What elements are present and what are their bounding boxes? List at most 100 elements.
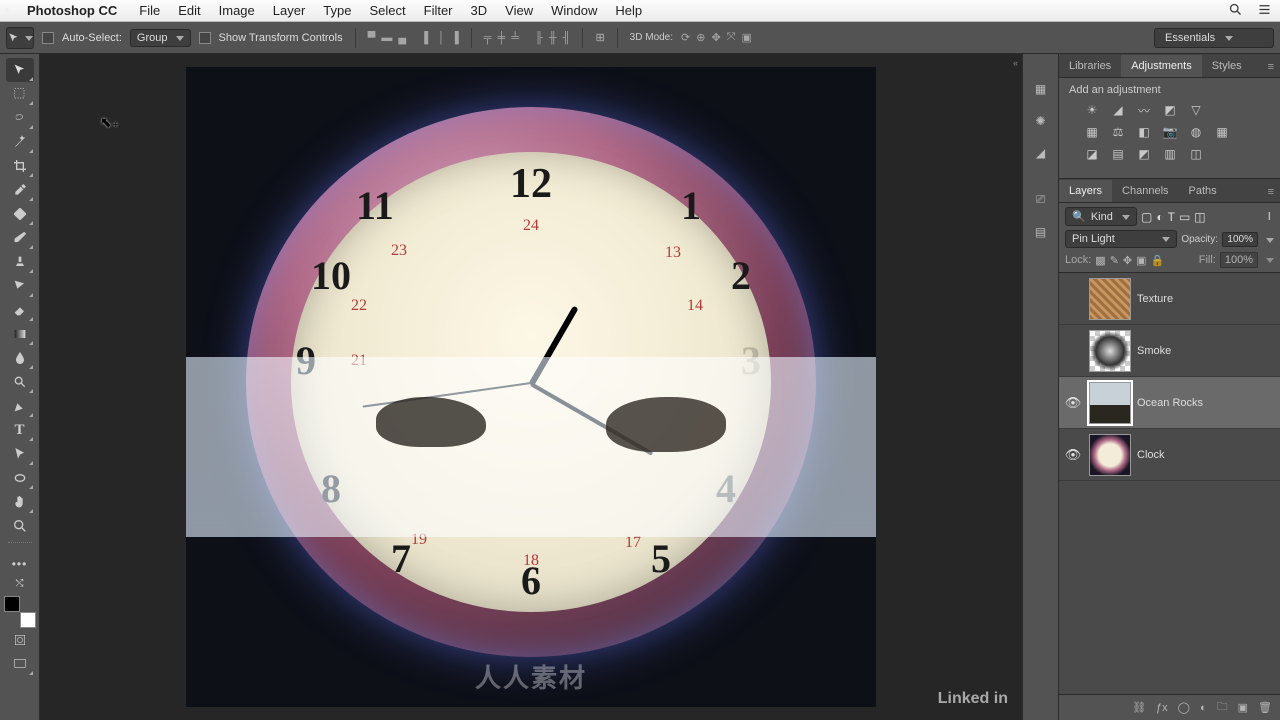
type-tool[interactable]: T xyxy=(6,418,34,442)
document-canvas[interactable]: 12 1 2 3 4 5 6 7 8 9 10 11 13 14 17 18 1… xyxy=(186,67,876,707)
adj-bw-icon[interactable]: ◧ xyxy=(1135,124,1153,140)
healing-tool[interactable] xyxy=(6,202,34,226)
menu-layer[interactable]: Layer xyxy=(264,3,315,18)
distribute-icons[interactable]: ╤╪╧╟╫╢ xyxy=(484,32,571,44)
filter-adjust-icon[interactable]: ◐ xyxy=(1156,210,1163,224)
eraser-tool[interactable] xyxy=(6,298,34,322)
panel-menu-icon[interactable]: ≡ xyxy=(1262,57,1280,77)
filter-smart-icon[interactable]: ◫ xyxy=(1194,210,1205,224)
layer-row[interactable]: Texture xyxy=(1059,273,1280,325)
marquee-tool[interactable] xyxy=(6,82,34,106)
adj-lut-icon[interactable]: ▦ xyxy=(1213,124,1231,140)
menu-image[interactable]: Image xyxy=(210,3,264,18)
blur-tool[interactable] xyxy=(6,346,34,370)
auto-align-icon[interactable]: ⊞ xyxy=(595,31,604,44)
hand-tool[interactable] xyxy=(6,490,34,514)
lock-pixels-icon[interactable]: ✎ xyxy=(1110,254,1119,267)
adj-hue-icon[interactable]: ▦ xyxy=(1083,124,1101,140)
swap-colors-icon[interactable]: ⤭ xyxy=(6,576,34,590)
layer-row[interactable]: 👁 Ocean Rocks xyxy=(1059,377,1280,429)
filter-toggle[interactable]: ⏽ xyxy=(1265,209,1275,224)
visibility-toggle[interactable]: 👁 xyxy=(1063,447,1083,463)
active-tool-icon[interactable] xyxy=(6,27,34,49)
blend-mode-select[interactable]: Pin Light xyxy=(1065,230,1177,248)
workspace-switcher[interactable]: Essentials xyxy=(1154,28,1274,48)
zoom-tool[interactable] xyxy=(6,514,34,538)
tab-layers[interactable]: Layers xyxy=(1059,180,1112,202)
link-layers-icon[interactable]: ⛓ xyxy=(1132,701,1146,714)
clone-stamp-tool[interactable] xyxy=(6,250,34,274)
pen-tool[interactable] xyxy=(6,394,34,418)
histogram-panel-icon[interactable]: ◢ xyxy=(1036,146,1045,160)
menu-file[interactable]: File xyxy=(130,3,169,18)
shape-tool[interactable] xyxy=(6,466,34,490)
visibility-toggle[interactable]: 👁 xyxy=(1063,395,1083,411)
tab-channels[interactable]: Channels xyxy=(1112,180,1178,202)
new-fill-icon[interactable]: ◐ xyxy=(1200,702,1207,714)
show-transform-checkbox[interactable] xyxy=(199,32,211,44)
adj-vibrance-icon[interactable]: ▽ xyxy=(1187,102,1205,118)
align-icons[interactable]: ▀▬▄ ▌│▐ xyxy=(368,32,459,44)
canvas-area[interactable]: « 12 1 2 3 4 5 6 7 8 9 10 11 13 14 17 18… xyxy=(40,54,1022,720)
menu-view[interactable]: View xyxy=(496,3,542,18)
brush-tool[interactable] xyxy=(6,226,34,250)
tab-paths[interactable]: Paths xyxy=(1179,180,1227,202)
menu-help[interactable]: Help xyxy=(606,3,651,18)
adj-balance-icon[interactable]: ⚖ xyxy=(1109,124,1127,140)
lasso-tool[interactable] xyxy=(6,106,34,130)
layer-name[interactable]: Texture xyxy=(1137,293,1173,305)
character-panel-icon[interactable]: ⎚ xyxy=(1036,192,1046,207)
crop-tool[interactable] xyxy=(6,154,34,178)
app-name[interactable]: Photoshop CC xyxy=(18,3,126,18)
auto-select-mode[interactable]: Group xyxy=(130,29,191,47)
tab-adjustments[interactable]: Adjustments xyxy=(1121,55,1202,77)
properties-panel-icon[interactable]: ✺ xyxy=(1035,114,1045,128)
opacity-value[interactable]: 100% xyxy=(1222,232,1258,247)
fill-value[interactable]: 100% xyxy=(1220,252,1258,268)
filter-pixel-icon[interactable]: ▢ xyxy=(1141,210,1152,224)
dodge-tool[interactable] xyxy=(6,370,34,394)
menu-edit[interactable]: Edit xyxy=(169,3,209,18)
adj-threshold-icon[interactable]: ◩ xyxy=(1135,146,1153,162)
menu-filter[interactable]: Filter xyxy=(415,3,462,18)
filter-type-icon[interactable]: T xyxy=(1168,210,1175,224)
layer-fx-icon[interactable]: ƒx xyxy=(1156,702,1168,714)
adj-gradmap-icon[interactable]: ▥ xyxy=(1161,146,1179,162)
layer-row[interactable]: Smoke xyxy=(1059,325,1280,377)
gradient-tool[interactable] xyxy=(6,322,34,346)
lock-all-icon[interactable]: 🔒 xyxy=(1151,254,1165,267)
adj-posterize-icon[interactable]: ▤ xyxy=(1109,146,1127,162)
layers-menu-icon[interactable]: ≡ xyxy=(1262,182,1280,202)
paragraph-panel-icon[interactable]: ▤ xyxy=(1035,225,1046,239)
layer-thumb[interactable] xyxy=(1089,278,1131,320)
menu-type[interactable]: Type xyxy=(314,3,360,18)
menu-window[interactable]: Window xyxy=(542,3,606,18)
path-select-tool[interactable] xyxy=(6,442,34,466)
tab-libraries[interactable]: Libraries xyxy=(1059,55,1121,77)
history-brush-tool[interactable] xyxy=(6,274,34,298)
new-layer-icon[interactable]: ▣ xyxy=(1238,701,1248,714)
adj-exposure-icon[interactable]: ◩ xyxy=(1161,102,1179,118)
history-panel-icon[interactable]: ▦ xyxy=(1035,82,1046,96)
layer-name[interactable]: Clock xyxy=(1137,449,1165,461)
new-group-icon[interactable]: 🗀 xyxy=(1217,698,1228,717)
delete-layer-icon[interactable]: 🗑 xyxy=(1258,701,1272,714)
layer-name[interactable]: Smoke xyxy=(1137,345,1171,357)
edit-toolbar[interactable]: ••• xyxy=(6,552,34,576)
layer-name[interactable]: Ocean Rocks xyxy=(1137,397,1203,409)
adj-curves-icon[interactable]: 〰 xyxy=(1135,102,1153,118)
search-icon[interactable] xyxy=(1228,2,1243,20)
adj-photo-filter-icon[interactable]: 📷 xyxy=(1161,124,1179,140)
layer-row[interactable]: 👁 Clock xyxy=(1059,429,1280,481)
lock-artboard-icon[interactable]: ▣ xyxy=(1136,254,1146,267)
lock-transparency-icon[interactable]: ▩ xyxy=(1095,254,1105,267)
adj-selective-icon[interactable]: ◫ xyxy=(1187,146,1205,162)
quickmask-toggle[interactable] xyxy=(6,628,34,652)
move-tool[interactable] xyxy=(6,58,34,82)
lock-position-icon[interactable]: ✥ xyxy=(1123,254,1132,267)
adj-brightness-icon[interactable]: ☀ xyxy=(1083,102,1101,118)
layer-thumb[interactable] xyxy=(1089,330,1131,372)
3d-mode-icons[interactable]: ⟳⊕✥⤧▣ xyxy=(681,31,752,44)
screen-mode[interactable] xyxy=(6,652,34,676)
adj-levels-icon[interactable]: ◢ xyxy=(1109,102,1127,118)
